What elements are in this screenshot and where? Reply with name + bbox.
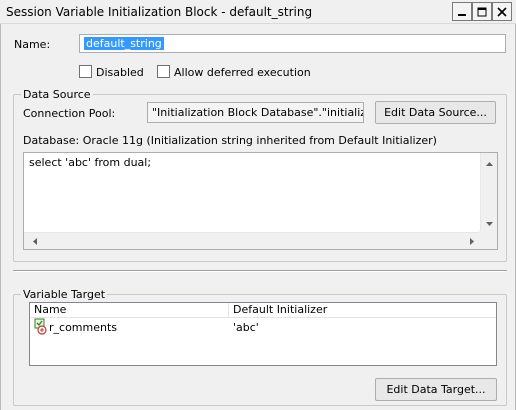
scrollbar-corner (479, 231, 497, 249)
name-input[interactable]: default_string (79, 34, 506, 53)
edit-data-source-button[interactable]: Edit Data Source... (375, 101, 496, 124)
deferred-execution-checkbox[interactable] (157, 65, 170, 78)
deferred-execution-label: Allow deferred execution (174, 66, 311, 79)
row-default-initializer: 'abc' (233, 321, 259, 334)
sql-text: select 'abc' from dual; (29, 156, 152, 169)
variable-target-table[interactable]: Name Default Initializer r_comments 'abc… (29, 302, 497, 366)
scroll-down-arrow[interactable] (481, 215, 498, 232)
name-input-value: default_string (84, 37, 164, 50)
arrow-right-icon (469, 238, 474, 245)
disabled-checkbox[interactable] (79, 65, 92, 78)
session-variable-icon (34, 318, 47, 335)
title-bar: Session Variable Initialization Block - … (0, 0, 516, 24)
close-icon (497, 6, 507, 17)
editor-horizontal-scrollbar[interactable] (24, 232, 480, 249)
scroll-up-arrow[interactable] (481, 155, 498, 172)
window-title: Session Variable Initialization Block - … (6, 5, 313, 19)
arrow-left-icon (32, 238, 37, 245)
minimize-button[interactable] (452, 2, 472, 21)
name-label: Name: (14, 38, 51, 51)
column-header-name[interactable]: Name (30, 303, 228, 318)
connection-pool-field[interactable]: "Initialization Block Database"."initial… (147, 102, 364, 123)
section-separator (13, 270, 507, 272)
scroll-left-arrow[interactable] (26, 233, 43, 250)
edit-data-target-button[interactable]: Edit Data Target... (375, 378, 497, 401)
scroll-right-arrow[interactable] (463, 233, 480, 250)
minimize-icon (458, 13, 466, 16)
connection-pool-label: Connection Pool: (23, 107, 116, 120)
database-info-text: Database: Oracle 11g (Initialization str… (23, 134, 437, 147)
table-row[interactable]: r_comments 'abc' (32, 318, 496, 336)
column-header-default-initializer[interactable]: Default Initializer (229, 303, 496, 318)
maximize-icon (477, 7, 487, 16)
row-variable-name: r_comments (49, 321, 118, 334)
maximize-button[interactable] (472, 2, 492, 21)
data-source-group-title: Data Source (21, 88, 93, 101)
arrow-down-icon (486, 221, 493, 226)
window-border-left (0, 24, 1, 410)
close-button[interactable] (492, 2, 512, 21)
disabled-label: Disabled (96, 66, 144, 79)
editor-vertical-scrollbar[interactable] (480, 153, 497, 232)
initialization-string-editor[interactable]: select 'abc' from dual; (23, 152, 498, 250)
variable-target-group-title: Variable Target (21, 288, 108, 301)
arrow-up-icon (486, 161, 493, 166)
